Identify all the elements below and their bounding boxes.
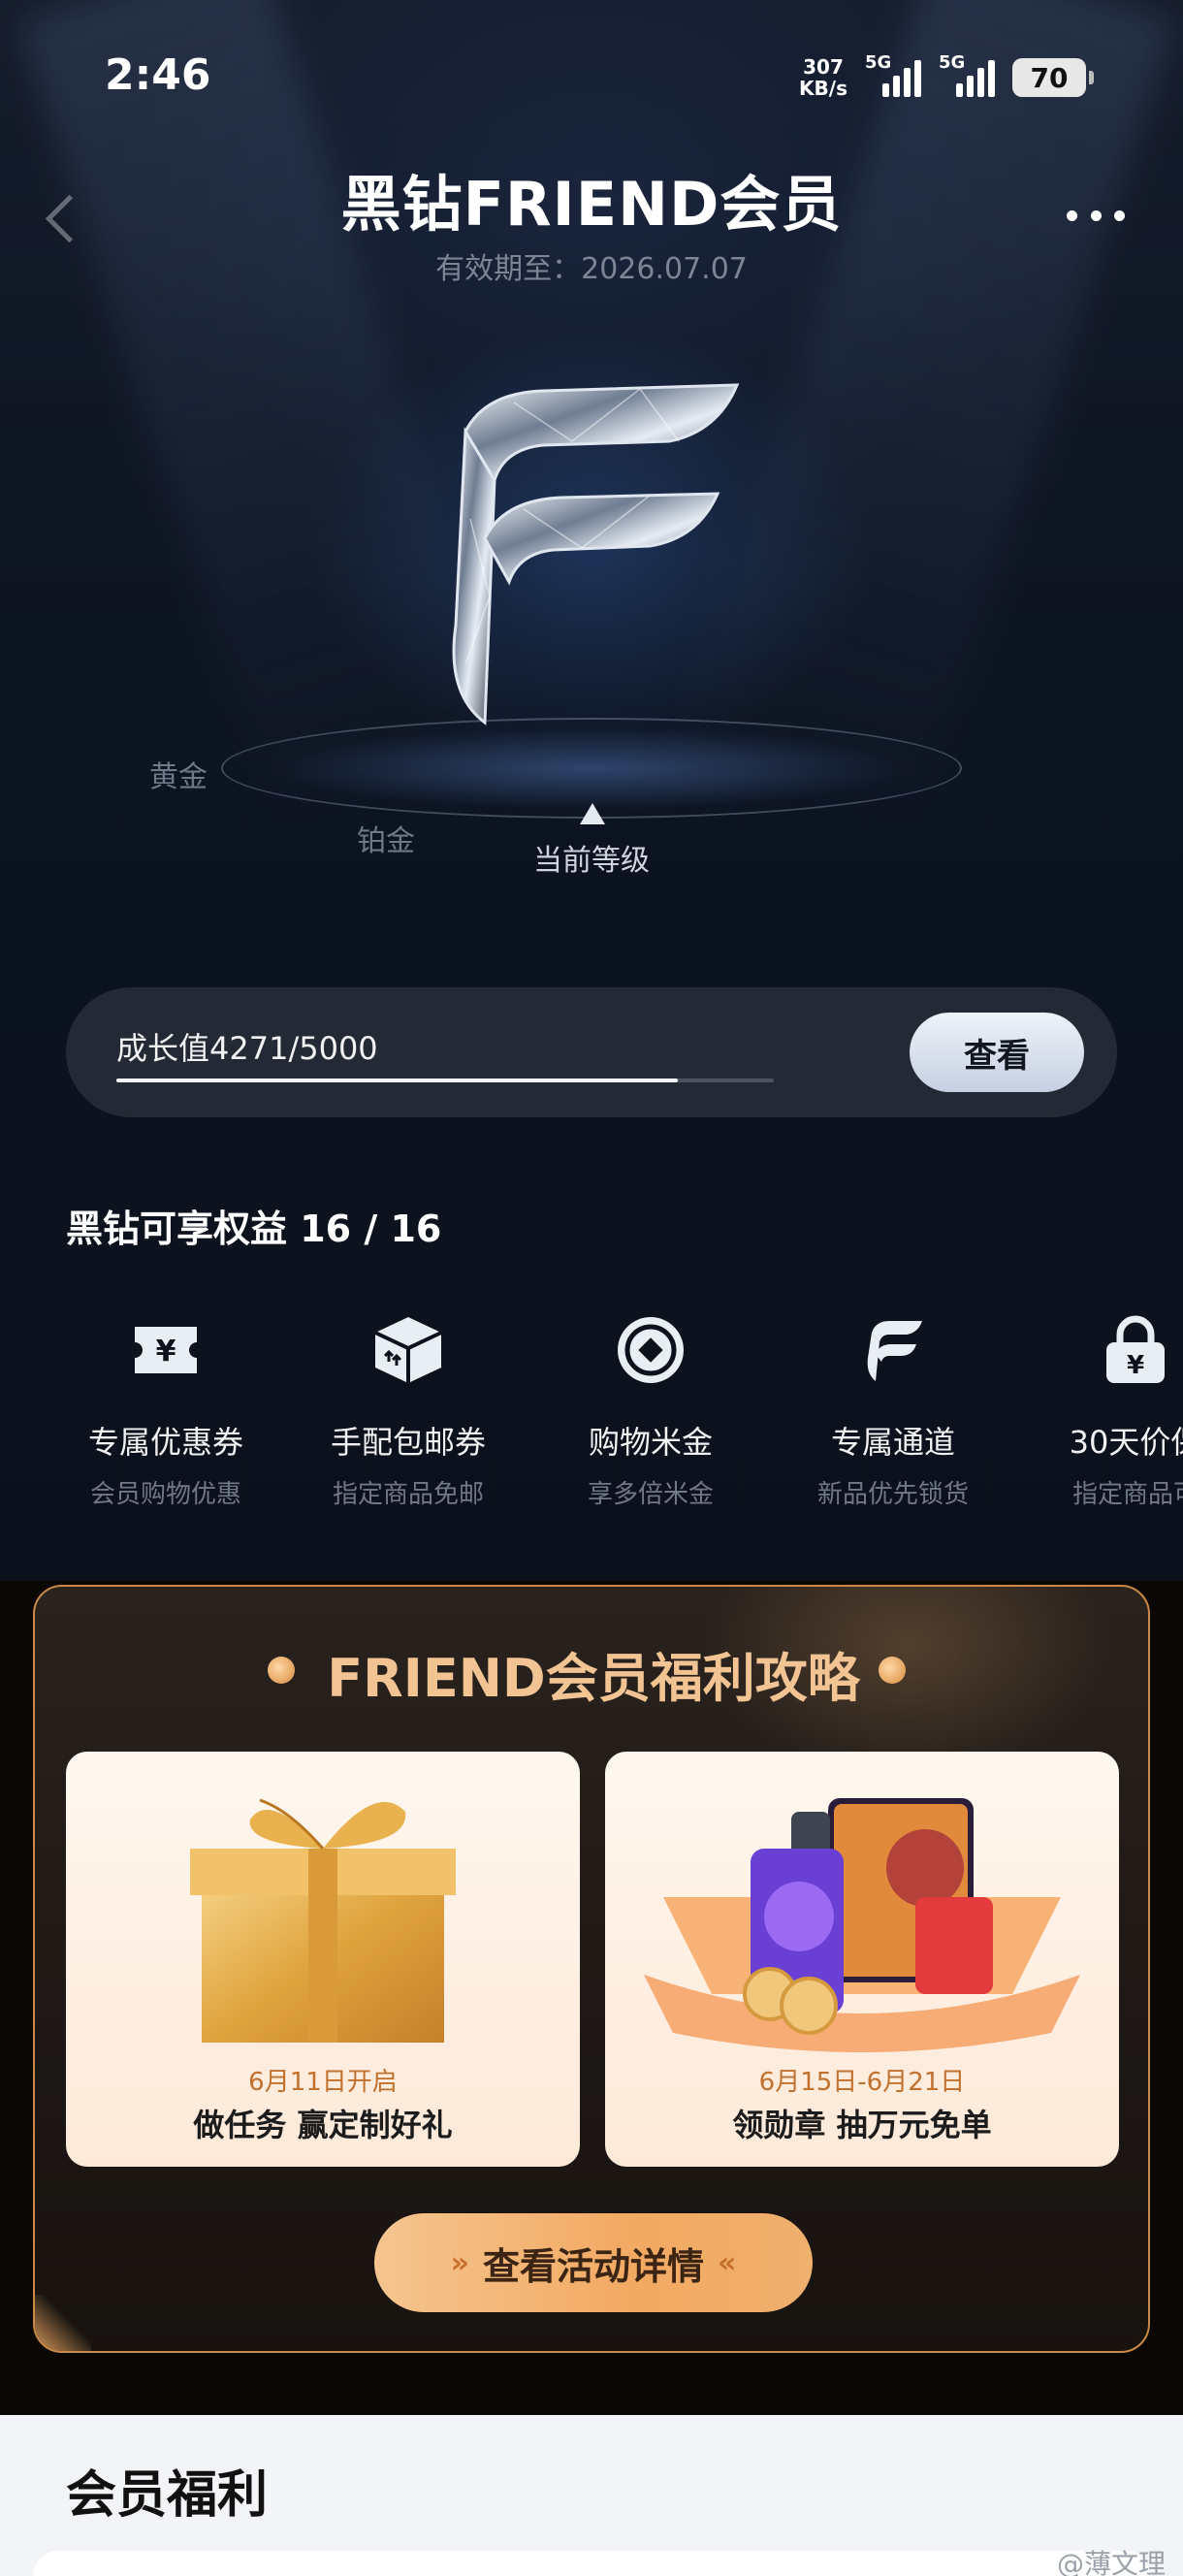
svg-text:¥: ¥ [156,1335,176,1368]
dot [1090,209,1102,221]
promo-card-tasks[interactable]: 6月11日开启 做任务 赢定制好礼 [66,1752,580,2167]
member-strategy-panel: FRIEND会员福利攻略 6月11日开启 做任务 赢定制好礼 6月15日-6月2… [33,1585,1150,2353]
promo-title: 领勋章 抽万元免单 [732,2107,992,2143]
benefits-list[interactable]: ¥ 专属优惠券 会员购物优惠 手配包邮券 指定商品免邮 购物米金 享多倍米金 专… [0,1311,1183,1509]
current-level-marker-icon [580,803,605,824]
view-activity-details-button[interactable]: » 查看活动详情 « [374,2213,813,2312]
network-speed: 307 KB/s [799,55,847,100]
title-dot-icon [879,1657,906,1684]
benefit-item-mi-coin[interactable]: 购物米金 享多倍米金 [529,1311,772,1510]
benefit-desc: 享多倍米金 [587,1480,714,1509]
button-label: 查看活动详情 [482,2244,704,2288]
price-lock-icon: ¥ [1106,1315,1165,1383]
benefit-desc: 指定商品可 [1071,1480,1183,1509]
signal-icon: 5G [939,52,995,97]
current-level-label: 当前等级 [533,844,650,878]
benefit-desc: 指定商品免邮 [332,1480,484,1509]
view-growth-button[interactable]: 查看 [910,1013,1084,1092]
growth-value-card: 成长值4271/5000 查看 [66,987,1117,1117]
growth-value-label: 成长值4271/5000 [116,1030,378,1067]
benefit-item-coupon[interactable]: ¥ 专属优惠券 会员购物优惠 [45,1311,287,1510]
benefit-item-channel[interactable]: 专属通道 新品优先锁货 [772,1311,1014,1510]
status-time: 2:46 [105,50,211,100]
benefit-name: 专属优惠券 [87,1424,243,1461]
promo-card-medal[interactable]: 6月15日-6月21日 领勋章 抽万元免单 [605,1752,1119,2167]
coupon-icon: ¥ [135,1327,197,1373]
hero-section: 2:46 307 KB/s 5G 5G 70 黑钻FRIEND会员 有效期至：2… [0,0,1183,1581]
coin-icon [618,1317,684,1383]
gift-box-icon [190,1798,456,2043]
benefit-item-price-protect[interactable]: ¥ 30天价保 指定商品可 [1014,1311,1183,1510]
status-indicators: 307 KB/s 5G 5G 70 [799,52,1094,103]
friend-logo-icon [867,1321,922,1381]
member-welfare-section: 会员福利 [0,2415,1183,2576]
benefit-item-shipping[interactable]: 手配包邮券 指定商品免邮 [287,1311,529,1510]
dot [1067,209,1077,221]
benefit-name: 30天价保 [1069,1424,1183,1461]
signal-icon: 5G [865,52,921,97]
chevrons-left-icon: « [718,2245,737,2280]
black-diamond-emblem-icon [452,383,740,725]
battery-icon: 70 [1012,58,1094,97]
promo-date: 6月15日-6月21日 [758,2068,966,2097]
page: 2:46 307 KB/s 5G 5G 70 黑钻FRIEND会员 有效期至：2… [0,0,1183,2576]
benefits-title: 黑钻可享权益 16 / 16 [66,1208,442,1250]
benefit-desc: 会员购物优惠 [89,1480,241,1509]
level-gold: 黄金 [149,760,208,794]
welfare-card [33,2551,1150,2576]
strategy-title: FRIEND会员福利攻略 [327,1648,860,1709]
benefit-name: 购物米金 [588,1424,713,1461]
package-icon [374,1317,442,1383]
devices-prize-icon [644,1798,1080,2052]
benefit-name: 手配包邮券 [330,1424,486,1461]
validity-date: 有效期至：2026.07.07 [435,252,748,286]
growth-progress-fill [116,1079,679,1082]
corner-decoration [35,2295,91,2351]
dot [1114,209,1125,221]
benefit-name: 专属通道 [830,1424,955,1461]
chevrons-right-icon: » [450,2245,469,2280]
svg-text:¥: ¥ [1127,1351,1144,1380]
promo-date: 6月11日开启 [248,2068,398,2097]
promo-title: 做任务 赢定制好礼 [193,2107,453,2143]
growth-progress-bar [116,1079,774,1082]
member-welfare-title: 会员福利 [66,2466,269,2525]
watermark: @薄文理 [1056,2548,1166,2576]
page-title: 黑钻FRIEND会员 [340,169,843,240]
more-options-button[interactable] [1067,204,1125,227]
benefit-desc: 新品优先锁货 [816,1480,969,1509]
